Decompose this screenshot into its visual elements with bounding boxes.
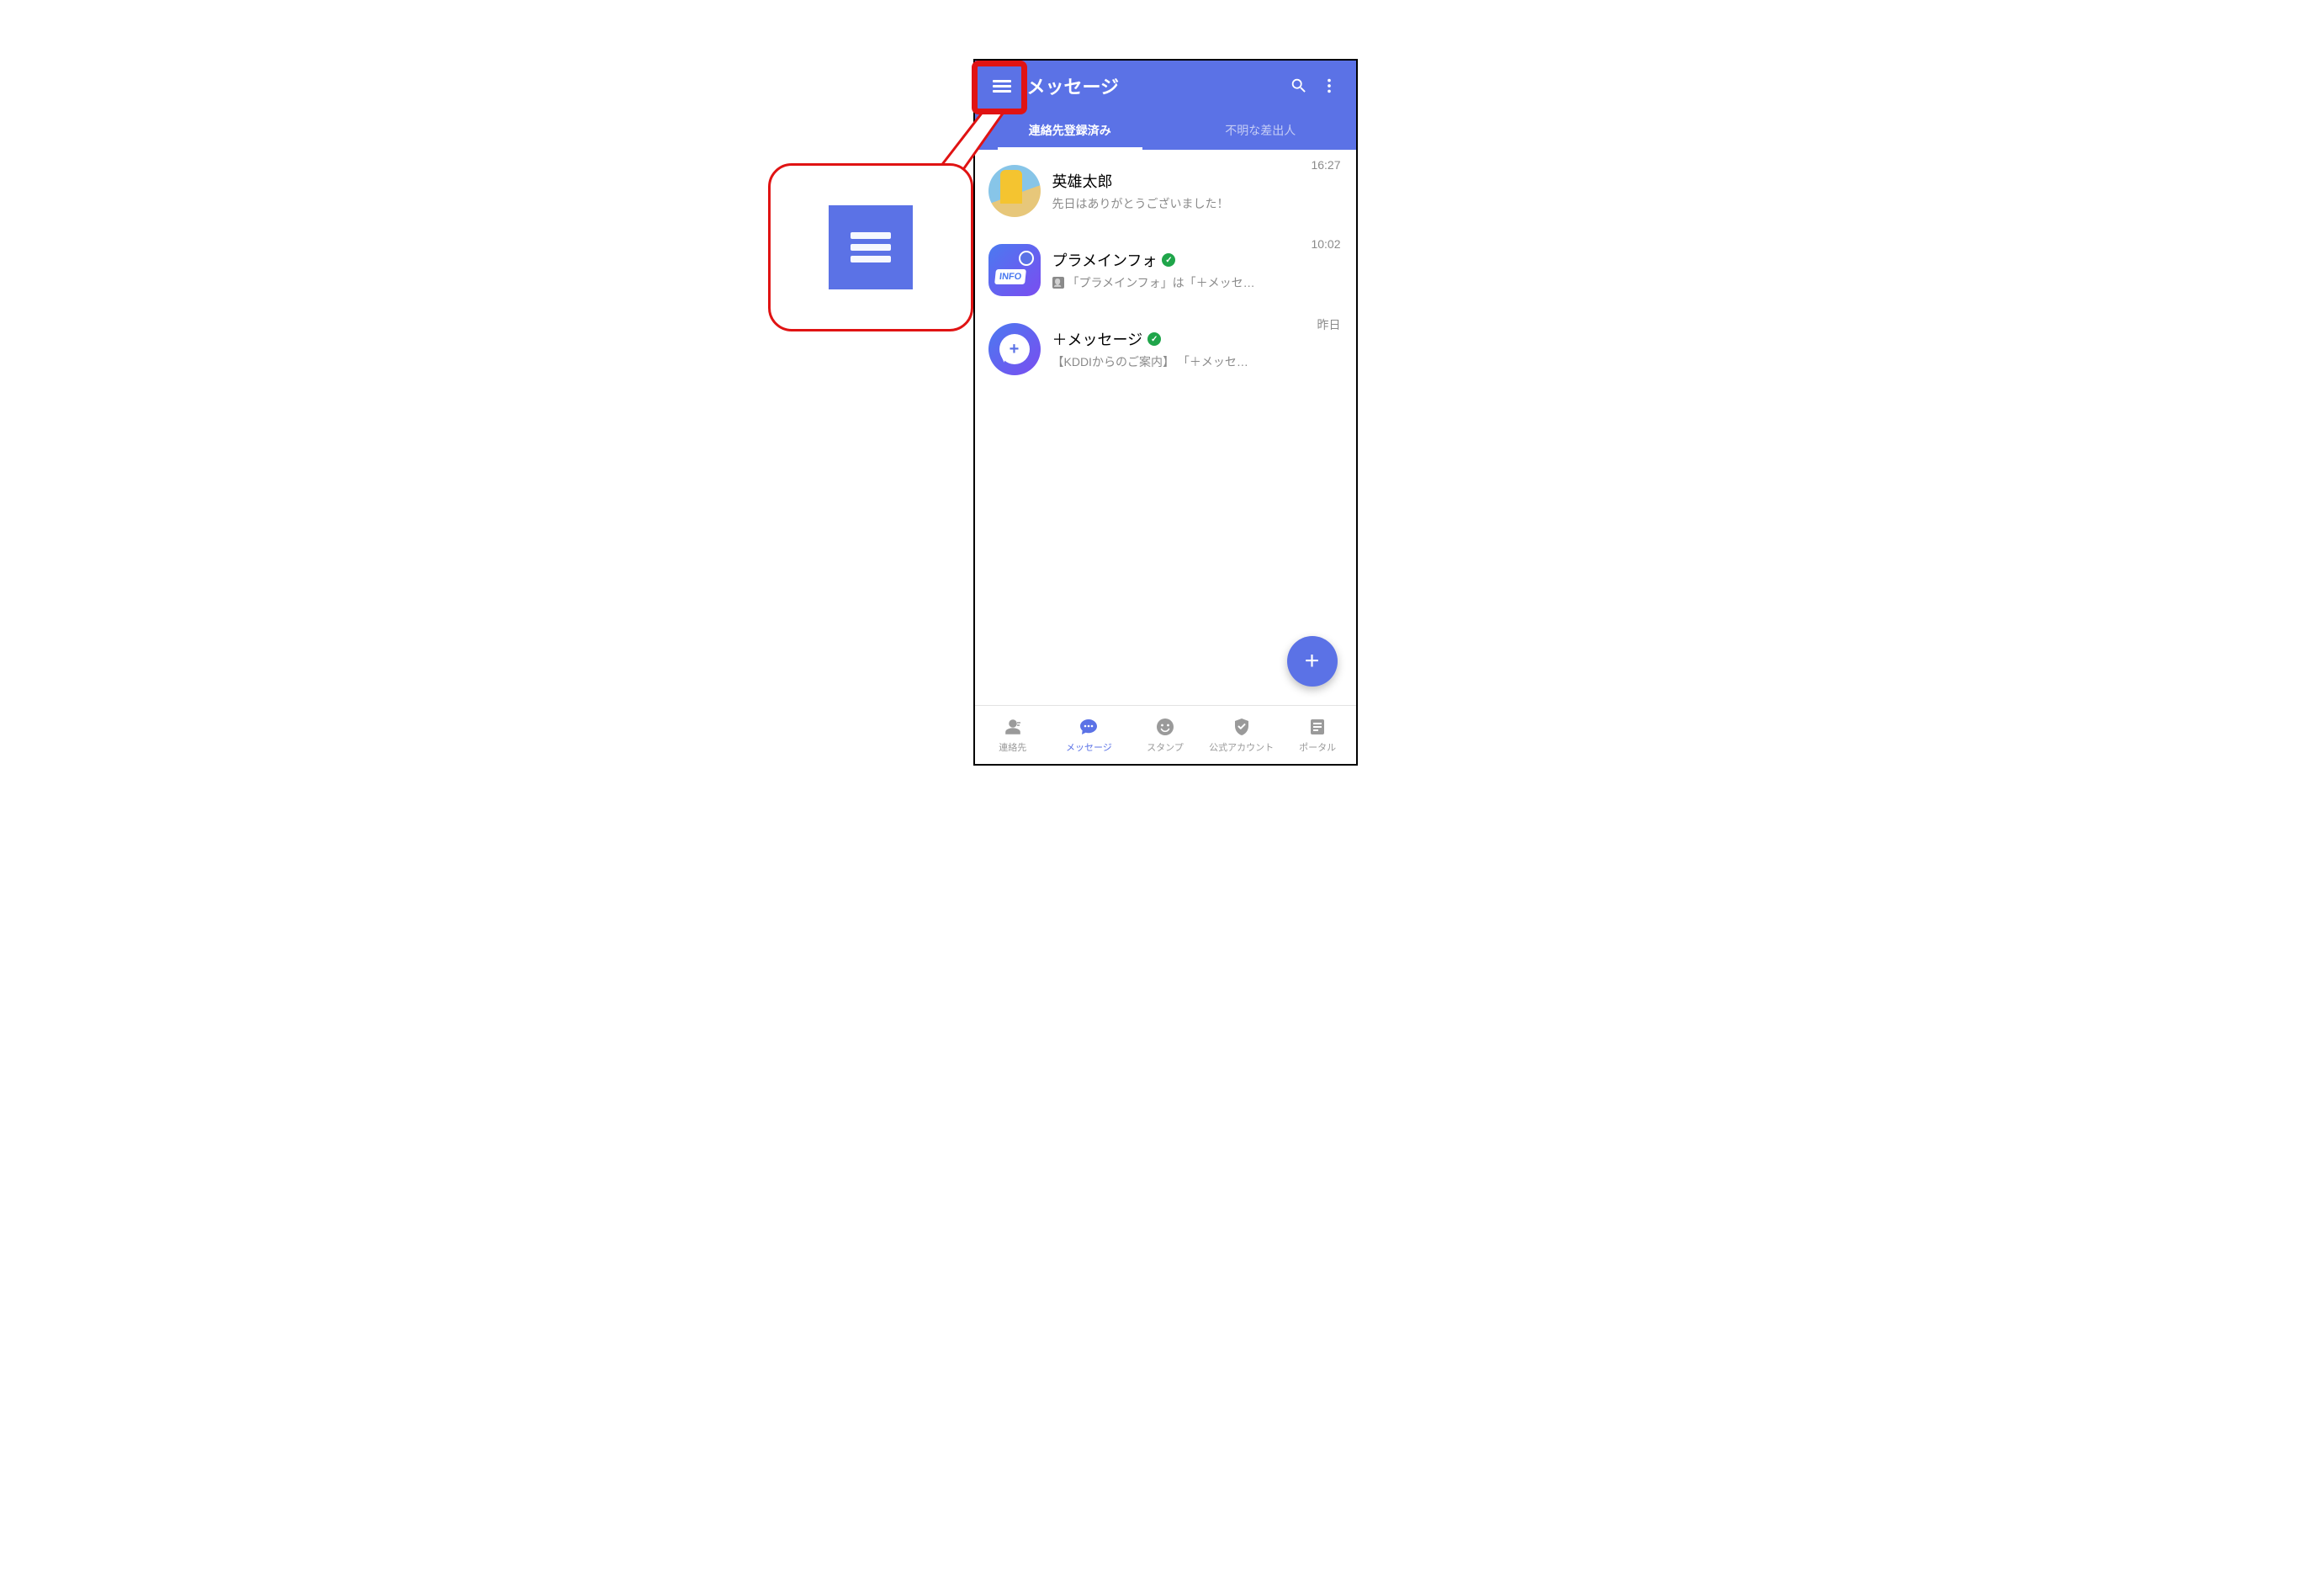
nav-label: 公式アカウント — [1209, 740, 1274, 754]
stage: メッセージ 連絡先登録済み 不明な差出人 16:27 英雄太郎 — [612, 34, 1705, 791]
conversation-row[interactable]: 昨日 ＋メッセージ 【KDDIからのご案内】 「＋メッセ… — [975, 308, 1356, 387]
bottom-nav: 連絡先 メッセージ スタンプ 公式アカウント — [975, 705, 1356, 764]
message-preview: 【KDDIからのご案内】 「＋メッセ… — [1052, 353, 1343, 370]
compose-fab[interactable]: + — [1287, 636, 1338, 687]
speech-bubble-icon — [999, 334, 1030, 364]
search-icon — [1290, 77, 1308, 95]
messages-icon — [1077, 717, 1100, 737]
message-preview: 「プラメインフォ」は「＋メッセ… — [1052, 274, 1343, 291]
contact-name: 英雄太郎 — [1052, 170, 1113, 192]
row-text: ＋メッセージ 【KDDIからのご案内】 「＋メッセ… — [1052, 323, 1343, 370]
menu-button[interactable] — [987, 71, 1017, 101]
nav-official[interactable]: 公式アカウント — [1203, 706, 1280, 764]
hamburger-icon — [993, 77, 1011, 95]
timestamp: 昨日 — [1317, 316, 1341, 333]
row-text: プラメインフォ 「プラメインフォ」は「＋メッセ… — [1052, 244, 1343, 291]
tab-registered[interactable]: 連絡先登録済み — [975, 111, 1166, 150]
callout-bubble — [768, 163, 973, 331]
tab-label: 連絡先登録済み — [1029, 122, 1111, 139]
contacts-icon — [1001, 717, 1025, 737]
nav-label: 連絡先 — [999, 740, 1026, 754]
nav-stamp[interactable]: スタンプ — [1127, 706, 1204, 764]
conversation-row[interactable]: 16:27 英雄太郎 先日はありがとうございました！ — [975, 150, 1356, 229]
nav-portal[interactable]: ポータル — [1280, 706, 1356, 764]
hamburger-icon-large — [829, 205, 913, 289]
avatar-info: INFO — [988, 244, 1041, 296]
timestamp: 16:27 — [1311, 158, 1340, 172]
message-preview: 先日はありがとうございました！ — [1052, 195, 1343, 212]
nav-label: ポータル — [1299, 740, 1336, 754]
verified-icon — [1162, 253, 1175, 267]
search-button[interactable] — [1284, 71, 1314, 101]
nav-messages[interactable]: メッセージ — [1051, 706, 1127, 764]
preview-text: 先日はありがとうございました！ — [1052, 195, 1229, 212]
tab-bar: 連絡先登録済み 不明な差出人 — [975, 111, 1356, 150]
preview-text: 「プラメインフォ」は「＋メッセ… — [1068, 274, 1255, 291]
avatar-plus-message — [988, 323, 1041, 375]
tab-unknown[interactable]: 不明な差出人 — [1165, 111, 1356, 150]
conversation-row[interactable]: 10:02 INFO プラメインフォ 「プラメインフォ」は「＋メッセ… — [975, 229, 1356, 308]
portal-icon — [1306, 717, 1329, 737]
nav-label: メッセージ — [1066, 740, 1112, 754]
contact-name: ＋メッセージ — [1052, 328, 1143, 350]
row-text: 英雄太郎 先日はありがとうございました！ — [1052, 165, 1343, 212]
stamp-icon — [1153, 717, 1177, 737]
app-title: メッセージ — [1027, 72, 1284, 99]
plus-icon: + — [1305, 647, 1320, 676]
more-vert-icon — [1320, 77, 1338, 95]
info-badge-label: INFO — [994, 269, 1026, 284]
avatar-photo — [988, 165, 1041, 217]
timestamp: 10:02 — [1311, 237, 1340, 251]
nav-contacts[interactable]: 連絡先 — [975, 706, 1052, 764]
nav-label: スタンプ — [1147, 740, 1184, 754]
conversation-list: 16:27 英雄太郎 先日はありがとうございました！ 10:02 INFO — [975, 150, 1356, 705]
app-bar: メッセージ — [975, 61, 1356, 111]
contact-card-icon — [1052, 277, 1064, 289]
phone-frame: メッセージ 連絡先登録済み 不明な差出人 16:27 英雄太郎 — [973, 59, 1358, 766]
contact-name: プラメインフォ — [1052, 249, 1158, 271]
official-icon — [1230, 717, 1253, 737]
verified-icon — [1147, 332, 1161, 346]
more-button[interactable] — [1314, 71, 1344, 101]
tab-label: 不明な差出人 — [1225, 122, 1296, 139]
preview-text: 【KDDIからのご案内】 「＋メッセ… — [1052, 353, 1248, 370]
